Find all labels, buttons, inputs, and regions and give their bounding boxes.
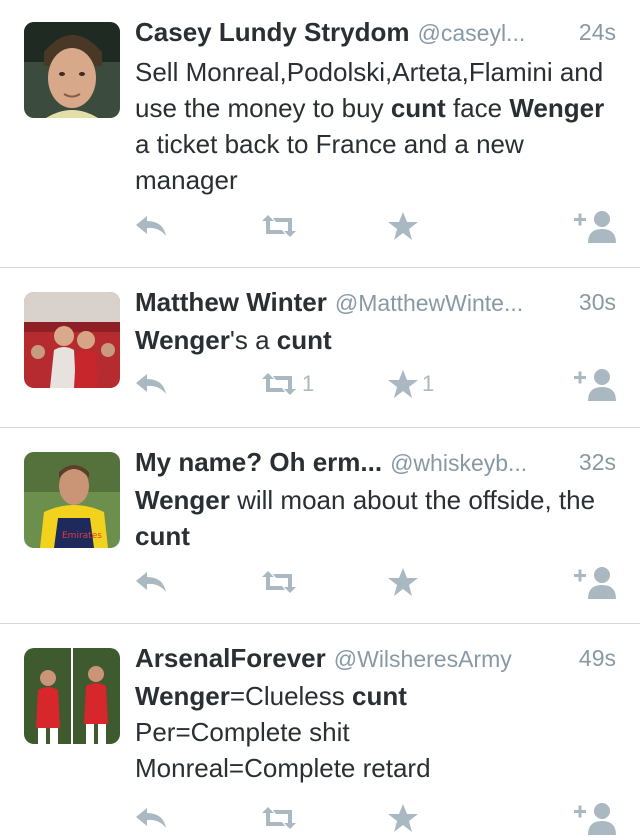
retweet-button[interactable]: 1	[260, 366, 314, 402]
handle[interactable]: @MatthewWinte...	[335, 290, 523, 316]
handle[interactable]: @WilsheresArmy	[334, 646, 512, 672]
text-run: Per=Complete shit	[135, 717, 350, 747]
highlighted-term: Wenger	[135, 681, 230, 711]
follow-button[interactable]	[574, 366, 616, 402]
display-name[interactable]: ArsenalForever	[135, 643, 326, 673]
star-icon	[388, 370, 418, 398]
retweet-button[interactable]	[260, 564, 302, 600]
text-run: 's a	[229, 325, 277, 355]
highlighted-term: Wenger	[135, 325, 230, 355]
star-icon	[388, 568, 418, 596]
reply-icon	[136, 808, 166, 828]
follow-button[interactable]	[574, 564, 616, 600]
reply-button[interactable]	[135, 800, 167, 836]
text-run: =Clueless	[229, 681, 352, 711]
reply-icon	[136, 572, 166, 592]
display-name[interactable]: My name? Oh erm...	[135, 447, 382, 477]
retweet-icon	[262, 373, 296, 395]
highlighted-term: Wenger	[135, 485, 230, 515]
favorite-count: 1	[422, 371, 435, 396]
retweet-icon	[262, 215, 296, 237]
highlighted-term: cunt	[352, 681, 407, 711]
star-icon	[388, 212, 418, 240]
tweet[interactable]: Matthew Winter @MatthewWinte... 30s Wenge…	[0, 268, 640, 427]
follow-icon	[574, 369, 616, 401]
favorite-button[interactable]	[388, 800, 422, 836]
highlighted-term: cunt	[390, 93, 446, 123]
follow-icon	[574, 211, 616, 243]
avatar[interactable]: Emirates	[24, 452, 120, 548]
tweet[interactable]: ArsenalForever @WilsheresArmy 49s Wenger=…	[0, 624, 640, 835]
reply-button[interactable]	[135, 564, 167, 600]
star-icon	[388, 804, 418, 832]
retweet-icon	[262, 571, 296, 593]
text-run: will moan about the offside, the	[229, 485, 596, 515]
reply-button[interactable]	[135, 366, 167, 402]
reply-button[interactable]	[135, 208, 167, 244]
svg-text:Emirates: Emirates	[62, 531, 102, 541]
avatar[interactable]	[24, 22, 120, 118]
follow-icon	[574, 803, 616, 835]
tweet-text: Wenger's a cunt	[135, 322, 616, 358]
tweet-text: Sell Monreal,Podolski,Arteta,Flamini and…	[135, 54, 616, 198]
tweet[interactable]: Emirates My name? Oh erm... @whiskeyb... …	[0, 428, 640, 623]
retweet-icon	[262, 807, 296, 829]
timestamp: 49s	[578, 645, 616, 671]
follow-icon	[574, 567, 616, 599]
tweet[interactable]: Casey Lundy Strydom @caseyl... 24s Sell M…	[0, 0, 640, 268]
retweet-count: 1	[302, 371, 315, 396]
reply-icon	[136, 216, 166, 236]
highlighted-term: cunt	[135, 521, 190, 551]
timestamp: 24s	[578, 19, 616, 45]
favorite-button[interactable]	[388, 564, 422, 600]
display-name[interactable]: Matthew Winter	[135, 287, 327, 317]
follow-button[interactable]	[574, 208, 616, 244]
text-run: face	[445, 93, 510, 123]
reply-icon	[136, 374, 166, 394]
text-run: a ticket back to France and a new manage…	[135, 129, 524, 195]
timestamp: 32s	[578, 449, 616, 475]
highlighted-term: cunt	[276, 325, 332, 355]
tweet-text: Wenger=Clueless cunt Per=Complete shit Mon…	[135, 678, 616, 786]
highlighted-term: Wenger	[509, 93, 605, 123]
display-name[interactable]: Casey Lundy Strydom	[135, 17, 410, 47]
avatar[interactable]	[24, 648, 120, 744]
follow-button[interactable]	[574, 800, 616, 836]
handle[interactable]: @whiskeyb...	[390, 450, 527, 476]
text-run: Monreal=Complete retard	[135, 753, 431, 783]
tweet-text: Wenger will moan about the offside, the …	[135, 482, 616, 554]
retweet-button[interactable]	[260, 208, 302, 244]
handle[interactable]: @caseyl...	[418, 20, 526, 46]
timestamp: 30s	[578, 289, 616, 315]
favorite-button[interactable]: 1	[388, 366, 434, 402]
retweet-button[interactable]	[260, 800, 302, 836]
favorite-button[interactable]	[388, 208, 422, 244]
